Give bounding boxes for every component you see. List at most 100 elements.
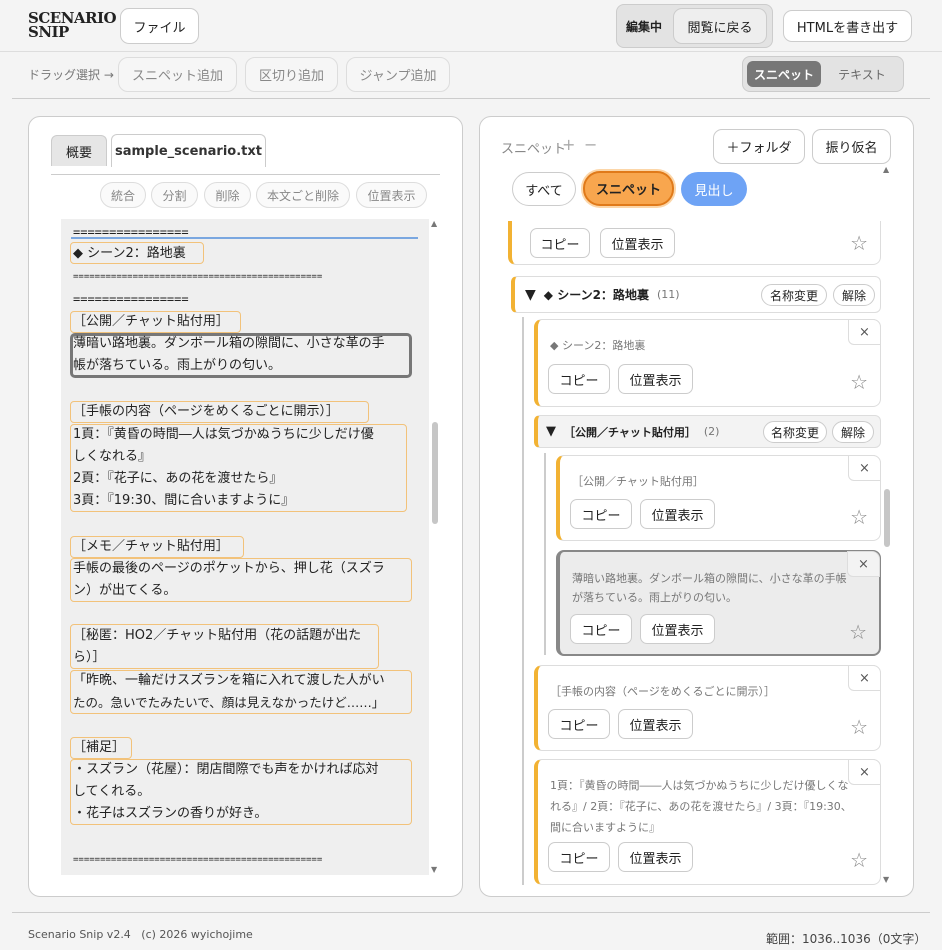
snippet-scrollbar[interactable]: ▲ ▼ [882, 165, 892, 885]
copy-button[interactable]: コピー [548, 709, 610, 739]
text-line: してくれる。 [73, 784, 151, 799]
selection-range: 範囲：1036..1036（0文字） [766, 932, 927, 946]
locate-button[interactable]: 位置表示 [356, 182, 427, 208]
scroll-down-icon[interactable]: ▼ [431, 865, 437, 874]
locate-button[interactable]: 位置表示 [618, 364, 693, 394]
star-icon[interactable]: ☆ [850, 715, 868, 739]
tab-divider [51, 174, 440, 175]
text-line: 1頁：『黄昏の時間―人は気づかぬうちに少しだけ優 [73, 427, 374, 442]
text-line: しくなれる』 [73, 449, 152, 464]
add-divider-button[interactable]: 区切り追加 [245, 57, 338, 92]
merge-button[interactable]: 統合 [100, 182, 146, 208]
text-line: ========================================… [73, 272, 323, 282]
text-line: ◆ シーン2：路地裏 [73, 246, 186, 261]
filter-snippet[interactable]: スニペット [583, 171, 674, 206]
add-jump-button[interactable]: ジャンプ追加 [346, 57, 450, 92]
copy-button[interactable]: コピー [530, 228, 590, 258]
tab-overview[interactable]: 概要 [51, 135, 107, 166]
text-line: ［秘匿：HO2／チャット貼付用（花の話題が出た [73, 628, 362, 643]
copy-button[interactable]: コピー [548, 364, 610, 394]
add-folder-button[interactable]: ＋フォルダ [713, 129, 805, 164]
snippet-panel-title: スニペット [501, 142, 567, 157]
rename-button[interactable]: 名称変更 [761, 284, 827, 306]
close-icon[interactable]: × [848, 665, 881, 691]
text-line: 手帳の最後のページのポケットから、押し花（スズラ [73, 561, 385, 576]
expand-all-icon[interactable]: + [562, 135, 575, 154]
rename-button[interactable]: 名称変更 [763, 421, 827, 443]
star-icon[interactable]: ☆ [850, 505, 868, 529]
split-button[interactable]: 分割 [151, 182, 198, 208]
editor-scroll-thumb[interactable] [432, 422, 438, 524]
app-logo: SCENARIO SNIP [28, 11, 117, 43]
copy-button[interactable]: コピー [570, 614, 632, 644]
furigana-button[interactable]: 振り仮名 [812, 129, 891, 164]
group-line [544, 453, 546, 655]
add-snippet-button[interactable]: スニペット追加 [118, 57, 237, 92]
ungroup-button[interactable]: 解除 [833, 284, 875, 306]
close-icon[interactable]: × [848, 319, 881, 345]
locate-button[interactable]: 位置表示 [640, 499, 715, 529]
text-line: ========================================… [73, 855, 323, 865]
scroll-up-icon[interactable]: ▲ [883, 165, 889, 174]
star-icon[interactable]: ☆ [850, 848, 868, 872]
close-icon[interactable]: × [847, 551, 880, 577]
card-text: れる』/ 2頁：『花子に、あの花を渡せたら』/ 3頁：『19:30、 [550, 800, 852, 813]
drag-select-hint: ドラッグ選択 → [28, 68, 114, 82]
view-snippet-toggle[interactable]: スニペット [747, 61, 821, 87]
delete-button[interactable]: 削除 [204, 182, 251, 208]
text-line: ［補足］ [73, 740, 126, 755]
close-icon[interactable]: × [848, 455, 881, 481]
chevron-down-icon[interactable]: ▼ [525, 287, 536, 303]
group-title: ◆ シーン2：路地裏 [543, 288, 649, 302]
locate-button[interactable]: 位置表示 [618, 709, 693, 739]
snippet-scroll-thumb[interactable] [884, 489, 890, 547]
snippet-card: 1頁：『黄昏の時間――人は気づかぬうちに少しだけ優しくな れる』/ 2頁：『花子… [534, 759, 881, 885]
snippet-card-selected: 薄暗い路地裏。ダンボール箱の隙間に、小さな革の手帳 が落ちている。雨上がりの匂い… [556, 550, 881, 656]
star-icon[interactable]: ☆ [849, 620, 867, 644]
copy-button[interactable]: コピー [570, 499, 632, 529]
snippet-list: コピー 位置表示 ☆ ▼ ◆ シーン2：路地裏 (11) 名称変更 解除 ◆ シ… [492, 221, 882, 885]
export-html-button[interactable]: HTMLを書き出す [783, 10, 912, 42]
delete-with-text-button[interactable]: 本文ごと削除 [256, 182, 350, 208]
star-icon[interactable]: ☆ [850, 370, 868, 394]
text-line: ら）］ [73, 650, 106, 665]
footer-divider [12, 912, 930, 913]
editor-scrollbar[interactable]: ▲ ▼ [430, 219, 440, 875]
text-line: ================ [73, 225, 189, 239]
locate-button[interactable]: 位置表示 [640, 614, 715, 644]
tab-sample-scenario[interactable]: sample_scenario.txt [111, 134, 266, 167]
filter-all[interactable]: すべて [512, 172, 576, 206]
logo-line-2: SNIP [28, 23, 69, 41]
group-scene2[interactable]: ▼ ◆ シーン2：路地裏 (11) 名称変更 解除 [511, 276, 881, 313]
filter-heading[interactable]: 見出し [681, 172, 747, 206]
card-text: ◆ シーン2：路地裏 [550, 339, 646, 352]
ungroup-button[interactable]: 解除 [832, 421, 874, 443]
scroll-up-icon[interactable]: ▲ [431, 219, 437, 228]
file-button[interactable]: ファイル [120, 8, 199, 44]
snippet-card: ［公開／チャット貼付用］ コピー 位置表示 ☆ × [556, 455, 881, 541]
card-text: が落ちている。雨上がりの匂い。 [572, 591, 737, 604]
text-line: 帳が落ちている。雨上がりの匂い。 [73, 358, 282, 373]
version-text: Scenario Snip v2.4 (c) 2026 wyichojime [28, 928, 253, 941]
collapse-all-icon[interactable]: − [584, 135, 597, 154]
text-line: 薄暗い路地裏。ダンボール箱の隙間に、小さな革の手 [73, 336, 385, 351]
scroll-down-icon[interactable]: ▼ [883, 875, 889, 884]
text-line: 2頁：『花子に、あの花を渡せたら』 [73, 471, 283, 486]
locate-button[interactable]: 位置表示 [600, 228, 675, 258]
text-editor[interactable]: ================ ◆ シーン2：路地裏 ============… [61, 219, 429, 875]
view-text-toggle[interactable]: テキスト [825, 61, 899, 87]
group-title: ［公開／チャット貼付用］ [564, 425, 696, 439]
star-icon[interactable]: ☆ [850, 231, 868, 255]
text-line: ［公開／チャット貼付用］ [73, 314, 229, 329]
back-to-view-button[interactable]: 閲覧に戻る [673, 8, 767, 44]
locate-button[interactable]: 位置表示 [618, 842, 693, 872]
text-line: ［メモ／チャット貼付用］ [73, 539, 229, 554]
group-count: (11) [656, 288, 680, 301]
copy-button[interactable]: コピー [548, 842, 610, 872]
close-icon[interactable]: × [848, 759, 881, 785]
chevron-down-icon[interactable]: ▼ [546, 424, 556, 439]
snippet-card: ［手帳の内容（ページをめくるごとに開示）］ コピー 位置表示 ☆ × [534, 665, 881, 751]
group-public-chat[interactable]: ▼ ［公開／チャット貼付用］ (2) 名称変更 解除 [534, 415, 881, 448]
card-text: ［公開／チャット貼付用］ [572, 475, 704, 488]
text-line: 3頁：『19:30、間に合いますように』 [73, 493, 295, 508]
